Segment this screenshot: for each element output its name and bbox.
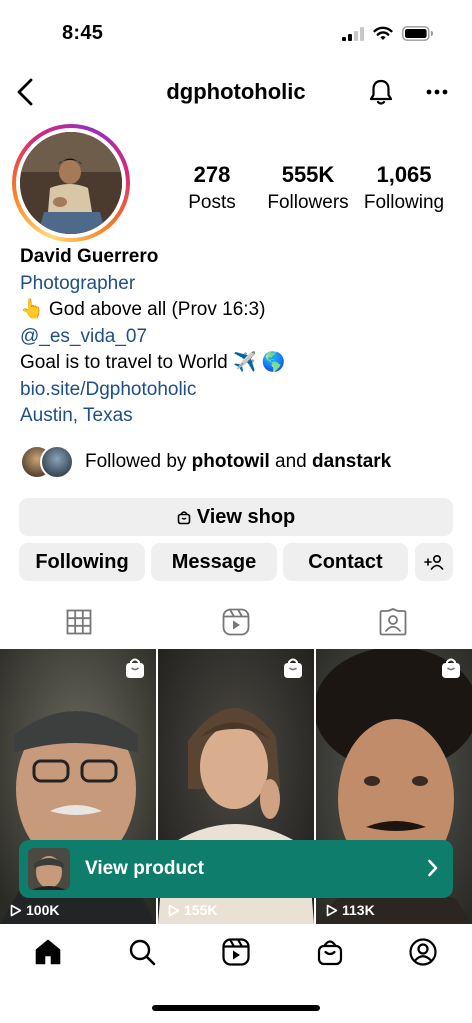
nav-home[interactable] xyxy=(31,935,65,969)
message-button-label: Message xyxy=(171,550,257,573)
shopping-bag-icon xyxy=(317,940,343,966)
status-time: 8:45 xyxy=(62,22,104,44)
bottom-tab-bar xyxy=(0,924,472,984)
shop-bag-icon xyxy=(124,657,146,679)
view-count: 100K xyxy=(10,902,59,918)
followed-by-row[interactable]: Followed by photowil and danstark xyxy=(20,444,460,480)
chevron-right-icon xyxy=(427,858,439,883)
battery-icon xyxy=(402,26,434,46)
location-link[interactable]: Austin, Texas xyxy=(20,403,460,430)
following-button[interactable]: Following xyxy=(19,543,145,581)
profile-header: dgphotoholic xyxy=(0,70,472,114)
suggested-people-button[interactable] xyxy=(415,543,453,581)
product-thumbnail xyxy=(28,848,70,890)
shop-bag-icon xyxy=(282,657,304,679)
nav-shop[interactable] xyxy=(313,935,347,969)
message-button[interactable]: Message xyxy=(151,543,277,581)
status-icons xyxy=(342,26,434,46)
view-shop-button[interactable]: View shop xyxy=(19,498,453,536)
following-label: Following xyxy=(363,192,445,213)
contact-button[interactable]: Contact xyxy=(283,543,408,581)
category-label: Photographer xyxy=(20,272,136,294)
view-count: 155K xyxy=(168,902,217,918)
home-icon xyxy=(35,939,61,965)
add-person-icon xyxy=(424,554,444,570)
play-icon xyxy=(168,904,180,916)
cellular-signal-icon xyxy=(342,26,364,46)
shopping-bag-icon xyxy=(177,510,191,524)
stat-posts[interactable]: 278 Posts xyxy=(170,162,254,214)
profile-stats: 278 Posts 555K Followers 1,065 Following xyxy=(170,162,460,222)
followers-count: 555K xyxy=(281,162,335,187)
view-product-banner[interactable]: View product xyxy=(19,840,453,898)
stat-following[interactable]: 1,065 Following xyxy=(358,162,450,214)
more-options-button[interactable] xyxy=(420,74,454,110)
posts-label: Posts xyxy=(188,192,236,213)
grid-icon xyxy=(66,609,92,635)
followed-by-text: Followed by photowil and danstark xyxy=(85,451,392,472)
status-bar: 8:45 xyxy=(0,0,472,70)
tab-reels[interactable] xyxy=(219,606,253,638)
notifications-button[interactable] xyxy=(364,74,398,110)
profile-bio: David Guerrero Photographer 👆 God above … xyxy=(20,244,460,430)
shop-bag-icon xyxy=(440,657,462,679)
search-icon xyxy=(129,939,156,966)
play-icon xyxy=(326,904,338,916)
stat-followers[interactable]: 555K Followers xyxy=(262,162,354,214)
home-indicator[interactable] xyxy=(152,1005,320,1011)
profile-content-tabs xyxy=(0,598,472,646)
reels-icon xyxy=(222,608,250,636)
wifi-icon xyxy=(373,26,393,46)
more-dots-icon xyxy=(426,89,448,95)
tagged-person-icon xyxy=(379,608,407,636)
view-shop-label: View shop xyxy=(196,505,296,528)
tab-posts-grid[interactable] xyxy=(62,606,96,638)
following-button-label: Following xyxy=(35,550,129,573)
bio-website-link[interactable]: bio.site/Dgphotoholic xyxy=(20,377,460,404)
story-ring[interactable] xyxy=(12,124,130,242)
mutual-follower-link[interactable]: danstark xyxy=(312,451,391,472)
view-count: 113K xyxy=(326,902,375,918)
display-name: David Guerrero xyxy=(20,246,159,267)
bio-text-line: Goal is to travel to World ✈️ 🌎 xyxy=(20,352,286,373)
bio-mention-link[interactable]: @_es_vida_07 xyxy=(20,324,460,351)
posts-count: 278 xyxy=(193,162,231,187)
tab-tagged[interactable] xyxy=(376,606,410,638)
nav-search[interactable] xyxy=(125,935,159,969)
nav-reels[interactable] xyxy=(219,935,253,969)
play-icon xyxy=(10,904,22,916)
follower-avatar xyxy=(40,445,74,479)
avatar xyxy=(20,132,122,234)
mutual-follower-link[interactable]: photowil xyxy=(192,451,270,472)
bio-text-line: 👆 God above all (Prov 16:3) xyxy=(20,299,266,320)
profile-icon xyxy=(409,938,437,966)
contact-button-label: Contact xyxy=(308,550,383,573)
reels-icon xyxy=(222,938,250,966)
following-count: 1,065 xyxy=(376,162,432,187)
followers-label: Followers xyxy=(267,192,349,213)
bell-icon xyxy=(369,79,393,105)
profile-username: dgphotoholic xyxy=(166,79,306,104)
nav-profile[interactable] xyxy=(406,935,440,969)
view-product-label: View product xyxy=(85,858,204,879)
